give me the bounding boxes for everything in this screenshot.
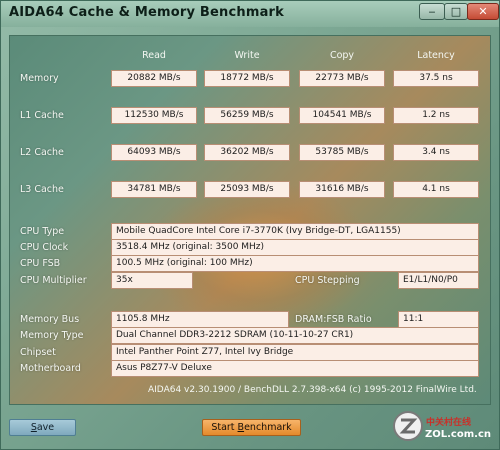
cpu-multiplier-value: 35x [111, 272, 193, 289]
window-title: AIDA64 Cache & Memory Benchmark [9, 5, 285, 20]
memory-bus-label: Memory Bus [20, 314, 80, 325]
column-header-write: Write [234, 50, 260, 61]
zol-logo-icon [393, 411, 423, 441]
row-label-l1-cache: L1 Cache [20, 110, 64, 121]
cpu-type-label: CPU Type [20, 226, 65, 237]
row-label-l2-cache: L2 Cache [20, 147, 64, 158]
l3-copy-value: 31616 MB/s [299, 181, 385, 198]
l2-copy-value: 53785 MB/s [299, 144, 385, 161]
memory-write-value: 18772 MB/s [204, 70, 290, 87]
cpu-stepping-value: E1/L1/N0/P0 [398, 272, 479, 289]
row-label-memory: Memory [20, 73, 59, 84]
start-button-label-rest: enchmark [244, 422, 292, 433]
title-bar: AIDA64 Cache & Memory Benchmark ‒ □ ✕ [1, 1, 499, 27]
start-benchmark-button[interactable]: Start Benchmark [202, 419, 301, 436]
l2-read-value: 64093 MB/s [111, 144, 197, 161]
l1-latency-value: 1.2 ns [393, 107, 479, 124]
memory-read-value: 20882 MB/s [111, 70, 197, 87]
motherboard-value: Asus P8Z77-V Deluxe [111, 360, 479, 377]
chipset-value: Intel Panther Point Z77, Intel Ivy Bridg… [111, 344, 479, 361]
l3-read-value: 34781 MB/s [111, 181, 197, 198]
cpu-fsb-value: 100.5 MHz (original: 100 MHz) [111, 255, 479, 272]
row-label-l3-cache: L3 Cache [20, 184, 64, 195]
save-button[interactable]: Save [9, 419, 76, 436]
memory-type-value: Dual Channel DDR3-2212 SDRAM (10-11-10-2… [111, 327, 479, 344]
benchmark-window: AIDA64 Cache & Memory Benchmark ‒ □ ✕ Re… [0, 0, 500, 450]
column-header-read: Read [142, 50, 166, 61]
cpu-clock-value: 3518.4 MHz (original: 3500 MHz) [111, 239, 479, 256]
maximize-button[interactable]: □ [444, 3, 468, 20]
close-button[interactable]: ✕ [467, 3, 499, 20]
dram-fsb-ratio-label: DRAM:FSB Ratio [295, 314, 372, 325]
cpu-clock-label: CPU Clock [20, 242, 69, 253]
minimize-button[interactable]: ‒ [419, 3, 445, 20]
watermark-url: ZOL.com.cn [425, 429, 491, 440]
memory-latency-value: 37.5 ns [393, 70, 479, 87]
dram-fsb-ratio-value: 11:1 [398, 311, 479, 328]
l3-write-value: 25093 MB/s [204, 181, 290, 198]
column-header-copy: Copy [329, 50, 355, 61]
l2-write-value: 36202 MB/s [204, 144, 290, 161]
cpu-fsb-label: CPU FSB [20, 258, 61, 269]
version-info: AIDA64 v2.30.1900 / BenchDLL 2.7.398-x64… [148, 385, 477, 395]
chipset-label: Chipset [20, 347, 56, 358]
l1-read-value: 112530 MB/s [111, 107, 197, 124]
save-button-label: ave [36, 422, 55, 433]
l1-write-value: 56259 MB/s [204, 107, 290, 124]
watermark-chinese-text: 中关村在线 [426, 418, 472, 428]
start-button-label-prefix: Start [211, 422, 238, 433]
cpu-multiplier-label: CPU Multiplier [20, 275, 87, 286]
l3-latency-value: 4.1 ns [393, 181, 479, 198]
l2-latency-value: 3.4 ns [393, 144, 479, 161]
memory-bus-value: 1105.8 MHz [111, 311, 289, 328]
cpu-type-value: Mobile QuadCore Intel Core i7-3770K (Ivy… [111, 223, 479, 240]
memory-copy-value: 22773 MB/s [299, 70, 385, 87]
memory-type-label: Memory Type [20, 330, 84, 341]
cpu-stepping-label: CPU Stepping [295, 275, 360, 286]
motherboard-label: Motherboard [20, 363, 81, 374]
column-header-latency: Latency [417, 50, 455, 61]
l1-copy-value: 104541 MB/s [299, 107, 385, 124]
